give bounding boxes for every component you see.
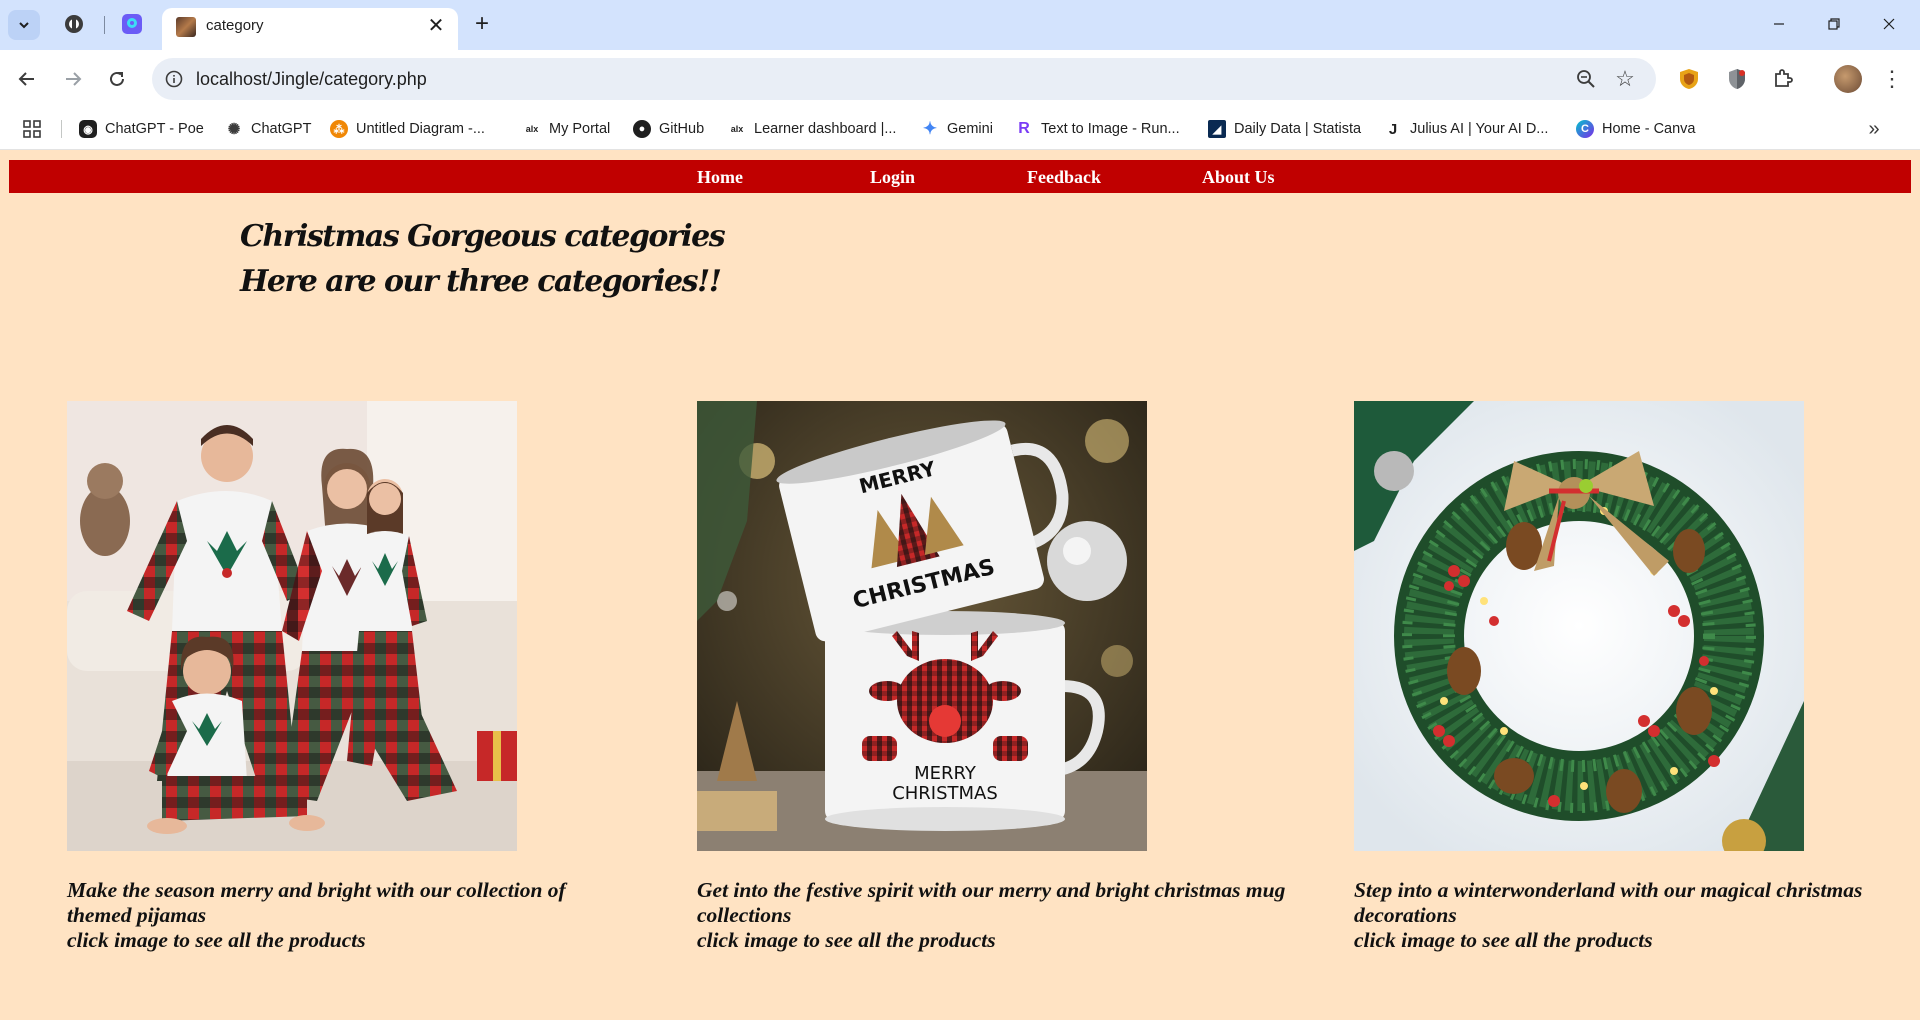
apps-grid-icon[interactable] (22, 119, 42, 139)
nav-login[interactable]: Login (870, 167, 915, 188)
extension-guard-icon[interactable] (1724, 66, 1750, 92)
canva-icon: C (1576, 120, 1594, 138)
forward-button[interactable] (56, 62, 90, 96)
runway-icon: R (1018, 120, 1030, 137)
category-caption-mugs: Get into the festive spirit with our mer… (697, 878, 1297, 953)
gemini-icon: ✦ (922, 119, 938, 138)
browser-menu-icon[interactable]: ⋮ (1880, 64, 1904, 94)
tab-favicon (176, 17, 196, 37)
tab-separator (104, 16, 105, 34)
bookmark-label: ChatGPT (251, 121, 312, 137)
bookmark-label: GitHub (659, 121, 705, 137)
plush-toy-decoration (80, 463, 130, 556)
bookmarks-separator (61, 120, 62, 138)
alx-icon: alx (730, 124, 744, 134)
zoom-icon[interactable] (1574, 67, 1598, 91)
heading-line-1: Christmas Gorgeous categories (240, 219, 726, 254)
bookmark-statista[interactable]: ◢ Daily Data | Statista (1208, 117, 1361, 141)
category-image-mugs[interactable]: MERRY CHRISTMAS MERRY CHRISTMAS (697, 401, 1147, 851)
alx-icon: alx (525, 124, 539, 134)
tab-search-button[interactable] (8, 10, 40, 40)
bookmark-untitled-diagram[interactable]: ⁂ Untitled Diagram -... (330, 117, 485, 141)
julius-icon: J (1388, 120, 1398, 138)
category-cta[interactable]: click image to see all the products (67, 928, 587, 953)
category-cta[interactable]: click image to see all the products (1354, 928, 1914, 953)
bookmark-my-portal[interactable]: alx My Portal (523, 117, 611, 141)
pinned-tab-icon (122, 14, 142, 34)
extension-shield-icon[interactable] (1676, 66, 1702, 92)
restore-icon (1828, 18, 1840, 30)
browser-toolbar: localhost/Jingle/category.php ☆ ⋮ (0, 50, 1920, 108)
category-description: Get into the festive spirit with our mer… (697, 878, 1286, 927)
bookmark-github[interactable]: ● GitHub (633, 117, 704, 141)
category-description: Step into a winterwonderland with our ma… (1354, 878, 1863, 927)
bookmark-label: Learner dashboard |... (754, 121, 897, 137)
bookmarks-bar: ◉ ChatGPT - Poe ✺ ChatGPT ⁂ Untitled Dia… (0, 108, 1920, 150)
github-icon: ● (633, 120, 651, 138)
pinned-tab-1[interactable] (62, 12, 86, 36)
bookmark-text-to-image[interactable]: R Text to Image - Run... (1015, 117, 1180, 141)
category-image-wreath[interactable] (1354, 401, 1804, 851)
bookmark-learner-dashboard[interactable]: alx Learner dashboard |... (728, 117, 897, 141)
chevron-down-icon (19, 22, 29, 29)
category-caption-wreath: Step into a winterwonderland with our ma… (1354, 878, 1914, 953)
pinned-tab-icon (65, 15, 83, 33)
url-text[interactable]: localhost/Jingle/category.php (196, 69, 427, 90)
category-image-pajamas[interactable] (67, 401, 517, 851)
tab-title: category (206, 17, 264, 34)
extensions-puzzle-icon[interactable] (1770, 66, 1796, 92)
restore-button[interactable] (1811, 8, 1857, 40)
browser-tab-bar: category ✕ + (0, 0, 1920, 50)
statista-icon: ◢ (1208, 120, 1226, 138)
bookmark-chatgpt-poe[interactable]: ◉ ChatGPT - Poe (79, 117, 204, 141)
bookmark-canva[interactable]: C Home - Canva (1576, 117, 1695, 141)
minimize-button[interactable] (1756, 8, 1802, 40)
bookmark-label: Text to Image - Run... (1041, 121, 1180, 137)
profile-avatar[interactable] (1834, 65, 1862, 93)
bookmark-label: Untitled Diagram -... (356, 121, 485, 137)
bookmark-label: My Portal (549, 121, 611, 137)
bookmark-chatgpt[interactable]: ✺ ChatGPT (225, 117, 312, 141)
pinned-tab-2[interactable] (120, 12, 144, 36)
more-bookmarks-icon[interactable]: » (1862, 117, 1886, 141)
category-description: Make the season merry and bright with ou… (67, 878, 566, 927)
category-cta[interactable]: click image to see all the products (697, 928, 1297, 953)
category-caption-pajamas: Make the season merry and bright with ou… (67, 878, 587, 953)
poe-icon: ◉ (79, 120, 97, 138)
bookmark-star-icon[interactable]: ☆ (1612, 66, 1638, 92)
nav-feedback[interactable]: Feedback (1027, 167, 1101, 188)
heading-line-2: Here are our three categories!! (240, 264, 722, 299)
svg-text:MERRY: MERRY (914, 763, 977, 784)
bookmark-label: Gemini (947, 121, 993, 137)
arrow-right-icon (66, 72, 82, 86)
minimize-icon (1774, 23, 1784, 25)
bookmark-label: Daily Data | Statista (1234, 121, 1362, 137)
close-window-button[interactable] (1866, 8, 1912, 40)
bookmark-label: ChatGPT - Poe (105, 121, 204, 137)
openai-icon: ✺ (227, 121, 241, 138)
bookmark-gemini[interactable]: ✦ Gemini (921, 117, 993, 141)
active-tab[interactable]: category ✕ (162, 8, 458, 50)
nav-home[interactable]: Home (697, 167, 743, 188)
new-tab-button[interactable]: + (468, 10, 496, 38)
svg-text:CHRISTMAS: CHRISTMAS (892, 783, 998, 804)
bookmark-julius-ai[interactable]: J Julius AI | Your AI D... (1384, 117, 1549, 141)
page-heading: Christmas Gorgeous categories Here are o… (240, 214, 726, 304)
site-navbar: Home Login Feedback About Us (9, 160, 1911, 193)
bookmark-label: Julius AI | Your AI D... (1410, 121, 1549, 137)
close-icon (1883, 18, 1895, 30)
reload-icon (110, 71, 124, 86)
arrow-left-icon (18, 72, 34, 86)
back-button[interactable] (10, 62, 44, 96)
nav-about-us[interactable]: About Us (1202, 167, 1275, 188)
drawio-icon: ⁂ (330, 120, 348, 138)
site-info-icon[interactable] (162, 67, 186, 91)
address-bar[interactable]: localhost/Jingle/category.php ☆ (152, 58, 1656, 100)
bookmark-label: Home - Canva (1602, 121, 1696, 137)
close-tab-icon[interactable]: ✕ (424, 13, 448, 37)
reload-button[interactable] (100, 62, 134, 96)
